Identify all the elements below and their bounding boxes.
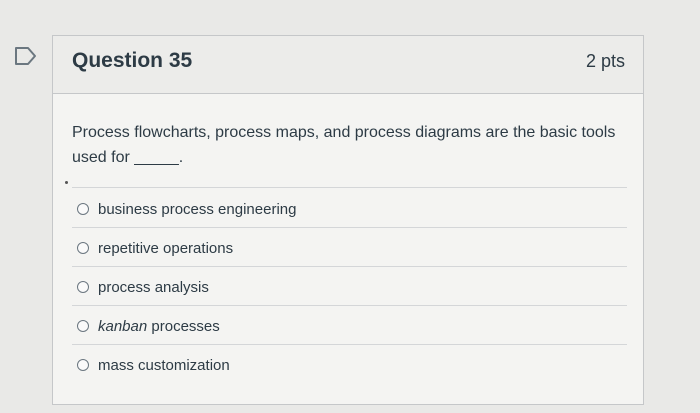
answer-divider <box>72 187 627 188</box>
answer-label-italic: kanban <box>98 317 148 335</box>
answer-label: mass customization <box>98 356 230 374</box>
radio-button-icon[interactable] <box>77 281 89 293</box>
answer-divider <box>72 227 627 228</box>
question-points: 2 pts <box>585 51 625 71</box>
radio-button-icon[interactable] <box>77 203 89 215</box>
question-title: Question 35 <box>72 49 193 72</box>
answer-divider <box>72 266 627 267</box>
bullet-dot <box>65 181 68 184</box>
answer-label-rest: processes <box>147 317 220 335</box>
question-card: Question 35 2 pts Process flowcharts, pr… <box>52 35 644 405</box>
answer-divider <box>72 344 627 345</box>
flag-icon[interactable] <box>14 46 38 66</box>
answer-option-2[interactable]: repetitive operations <box>77 236 233 260</box>
answer-option-1[interactable]: business process engineering <box>77 197 296 221</box>
answer-label: kanban processes <box>98 318 220 335</box>
radio-button-icon[interactable] <box>77 359 89 371</box>
answer-label: business process engineering <box>98 200 297 218</box>
radio-button-icon[interactable] <box>77 320 89 332</box>
question-header: Question 35 2 pts <box>53 36 643 94</box>
answer-option-5[interactable]: mass customization <box>77 353 230 377</box>
answer-label: process analysis <box>98 278 209 296</box>
radio-button-icon[interactable] <box>77 242 89 254</box>
answer-label: repetitive operations <box>98 239 234 257</box>
answer-option-3[interactable]: process analysis <box>77 275 209 299</box>
question-text: Process flowcharts, process maps, and pr… <box>72 124 616 166</box>
answer-option-4[interactable]: kanban processes <box>77 314 220 338</box>
answer-divider <box>72 305 627 306</box>
